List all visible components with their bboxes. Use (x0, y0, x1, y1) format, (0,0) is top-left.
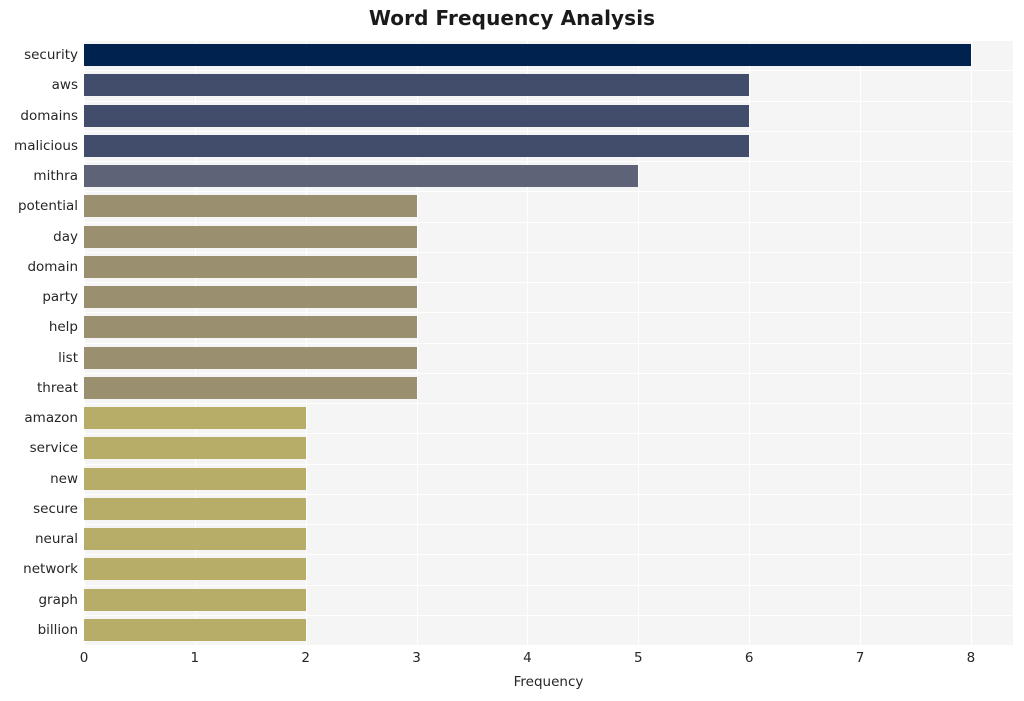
gridline-horizontal (84, 221, 1013, 223)
y-axis-tick-label: security (24, 47, 78, 64)
y-axis-tick-label: new (50, 470, 78, 487)
y-axis-tick-label: graph (38, 591, 78, 608)
gridline-horizontal (84, 463, 1013, 465)
y-axis-tick-label: list (58, 349, 78, 366)
x-axis-tick-label: 6 (744, 650, 754, 666)
bar (84, 437, 306, 460)
gridline-horizontal (84, 614, 1013, 616)
gridline-horizontal (84, 403, 1013, 404)
x-axis-tick-label: 0 (79, 650, 89, 666)
gridline-horizontal (84, 524, 1013, 525)
bar (84, 618, 306, 641)
x-axis-tick-label: 4 (523, 650, 532, 666)
gridline-horizontal (84, 282, 1013, 283)
bar (84, 104, 750, 127)
x-axis-tick-label: 3 (412, 650, 421, 666)
gridline-horizontal (84, 312, 1013, 314)
gridline-horizontal (84, 372, 1013, 374)
y-axis-tick-label: malicious (14, 137, 78, 154)
x-axis-label: Frequency (513, 674, 584, 690)
gridline-horizontal (84, 100, 1013, 102)
gridline-horizontal (84, 433, 1013, 435)
y-axis-tick-label: aws (51, 77, 78, 94)
chart-title: Word Frequency Analysis (368, 6, 656, 30)
word-frequency-chart-figure: Word Frequency Analysis security aws domai… (0, 0, 1024, 701)
gridline-horizontal (84, 40, 1013, 41)
bar (84, 407, 306, 430)
y-axis-tick-label: mithra (33, 168, 78, 185)
bar (84, 44, 971, 67)
bar (84, 74, 750, 97)
y-axis-tick-label: threat (37, 379, 78, 396)
y-axis-tick-label: potential (17, 198, 78, 215)
x-axis-tick-label: 5 (633, 650, 643, 666)
gridline-horizontal (84, 70, 1013, 72)
y-axis-tick-label: service (29, 440, 78, 457)
gridline-horizontal (84, 161, 1013, 162)
y-axis-tick-label: party (42, 289, 78, 306)
bar (84, 316, 417, 339)
gridline-horizontal (84, 191, 1013, 193)
y-axis-tick-label: network (23, 561, 78, 578)
bar (84, 497, 306, 520)
bar (84, 255, 417, 278)
y-axis-tick-label: billion (37, 621, 78, 638)
plot-area (84, 40, 1013, 645)
x-axis-tick-label: 1 (190, 650, 200, 666)
gridline-horizontal (84, 130, 1013, 132)
x-axis-tick-label: 7 (855, 650, 865, 666)
y-axis-tick-label: help (48, 319, 78, 336)
bar (84, 195, 417, 218)
bar (84, 467, 306, 490)
bar (84, 376, 417, 399)
bar (84, 225, 417, 248)
bar (84, 286, 417, 309)
y-axis-tick-label: domains (20, 107, 78, 124)
x-axis-tick-label: 8 (966, 650, 976, 666)
y-axis-tick-label: neural (35, 531, 78, 548)
gridline-horizontal (84, 493, 1013, 495)
bar (84, 165, 639, 188)
x-axis-tick-label: 2 (301, 650, 310, 666)
bar (84, 588, 306, 611)
bar (84, 134, 750, 157)
bar (84, 528, 306, 551)
y-axis-tick-label: secure (33, 500, 78, 517)
gridline-horizontal (84, 342, 1013, 344)
y-axis-tick-label: amazon (24, 410, 78, 427)
bar (84, 346, 417, 369)
gridline-horizontal (84, 554, 1013, 556)
gridline-horizontal (84, 251, 1013, 253)
y-axis-tick-label: day (53, 228, 78, 245)
bar (84, 558, 306, 581)
y-axis-tick-label: domain (27, 258, 78, 275)
gridline-horizontal (84, 584, 1013, 586)
